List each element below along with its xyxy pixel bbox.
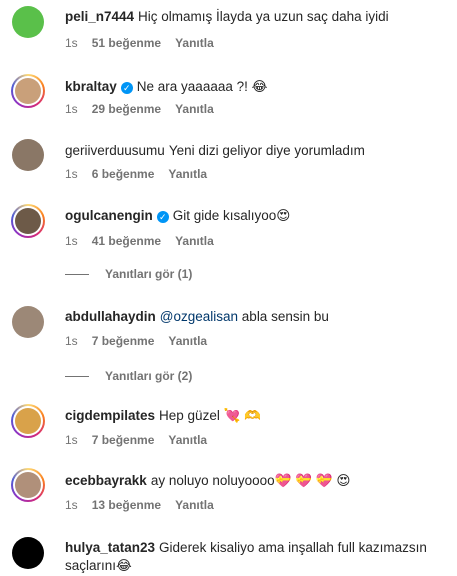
view-replies-button[interactable]: Yanıtları gör (1) [65,267,192,281]
comment-text: Git gide kısalıyoo😍 [172,208,291,223]
comment-likes[interactable]: 6 beğenme [92,167,155,181]
comment-time[interactable]: 1s [65,234,78,248]
comment-meta: 1s 6 beğenme Yanıtla [65,167,221,181]
comment-text-block: ecebbayrakk ay noluyo noluyoooo💝 💝 💝 😍 [65,472,449,490]
comment-meta: 1s 13 beğenme Yanıtla [65,498,228,512]
comment-username[interactable]: cigdempilates [65,408,155,423]
comment-text-block: cigdempilates Hep güzel 💘 🫶 [65,407,449,425]
comment-time[interactable]: 1s [65,36,78,50]
verified-badge-icon: ✓ [156,211,169,223]
reply-button[interactable]: Yanıtla [175,234,214,248]
view-replies-label: Yanıtları gör (2) [105,369,193,383]
comment-username[interactable]: abdullahaydin [65,309,156,324]
comment-likes[interactable]: 51 beğenme [92,36,161,50]
comment-username[interactable]: hulya_tatan23 [65,540,155,555]
comment-text-block: ogulcanengin ✓ Git gide kısalıyoo😍 [65,207,449,225]
comment-meta: 1s 29 beğenme Yanıtla [65,102,228,116]
comment-time[interactable]: 1s [65,433,78,447]
avatar[interactable] [11,468,45,502]
comment-meta: 1s 7 beğenme Yanıtla [65,334,221,348]
comment-text-block: peli_n7444 Hiç olmamış İlayda ya uzun saç… [65,8,449,26]
avatar[interactable] [12,6,44,38]
comment-text: Yeni dizi geliyor diye yorumladım [168,143,365,158]
verified-badge-icon: ✓ [120,82,133,94]
comment-likes[interactable]: 7 beğenme [92,433,155,447]
avatar[interactable] [12,306,44,338]
comment-text: Ne ara yaaaaaa ?! 😂 [136,79,268,94]
comment-time[interactable]: 1s [65,498,78,512]
reply-button[interactable]: Yanıtla [168,433,207,447]
avatar[interactable] [11,404,45,438]
comment-time[interactable]: 1s [65,334,78,348]
comment-meta: 1s 51 beğenme Yanıtla [65,36,228,50]
view-replies-label: Yanıtları gör (1) [105,267,193,281]
avatar[interactable] [11,74,45,108]
comment-text-block: kbraltay ✓ Ne ara yaaaaaa ?! 😂 [65,78,449,96]
comment-text: Hep güzel 💘 🫶 [159,408,261,423]
comment-text-block: abdullahaydin @ozgealisan abla sensin bu [65,308,449,326]
comment-likes[interactable]: 7 beğenme [92,334,155,348]
avatar[interactable] [12,139,44,171]
reply-button[interactable]: Yanıtla [168,167,207,181]
comment-text-block: hulya_tatan23 Giderek kisaliyo ama inşall… [65,539,449,575]
comment-username[interactable]: kbraltay [65,79,117,94]
comment-meta: 1s 41 beğenme Yanıtla [65,234,228,248]
reply-button[interactable]: Yanıtla [175,498,214,512]
comment-text: Hiç olmamış İlayda ya uzun saç daha iyid… [138,9,389,24]
comment-text: abla sensin bu [241,309,329,324]
comment-username[interactable]: ogulcanengin [65,208,153,223]
comment-likes[interactable]: 41 beğenme [92,234,161,248]
avatar[interactable] [12,537,44,569]
comment-time[interactable]: 1s [65,167,78,181]
comments-list: peli_n7444 Hiç olmamış İlayda ya uzun saç… [0,0,457,576]
comment-text: ay noluyo noluyoooo💝 💝 💝 😍 [150,473,351,488]
reply-button[interactable]: Yanıtla [168,334,207,348]
comment-text-block: geriiverduusumu Yeni dizi geliyor diye yo… [65,142,449,160]
view-replies-button[interactable]: Yanıtları gör (2) [65,369,192,383]
comment-username[interactable]: geriiverduusumu [65,143,165,158]
comment-likes[interactable]: 13 beğenme [92,498,161,512]
divider-line [65,375,89,377]
comment-likes[interactable]: 29 beğenme [92,102,161,116]
divider-line [65,273,89,275]
comment-username[interactable]: peli_n7444 [65,9,134,24]
comment-username[interactable]: ecebbayrakk [65,473,147,488]
reply-button[interactable]: Yanıtla [175,36,214,50]
comment-mention[interactable]: @ozgealisan [160,309,238,324]
reply-button[interactable]: Yanıtla [175,102,214,116]
comment-time[interactable]: 1s [65,102,78,116]
avatar[interactable] [11,204,45,238]
comment-meta: 1s 7 beğenme Yanıtla [65,433,221,447]
